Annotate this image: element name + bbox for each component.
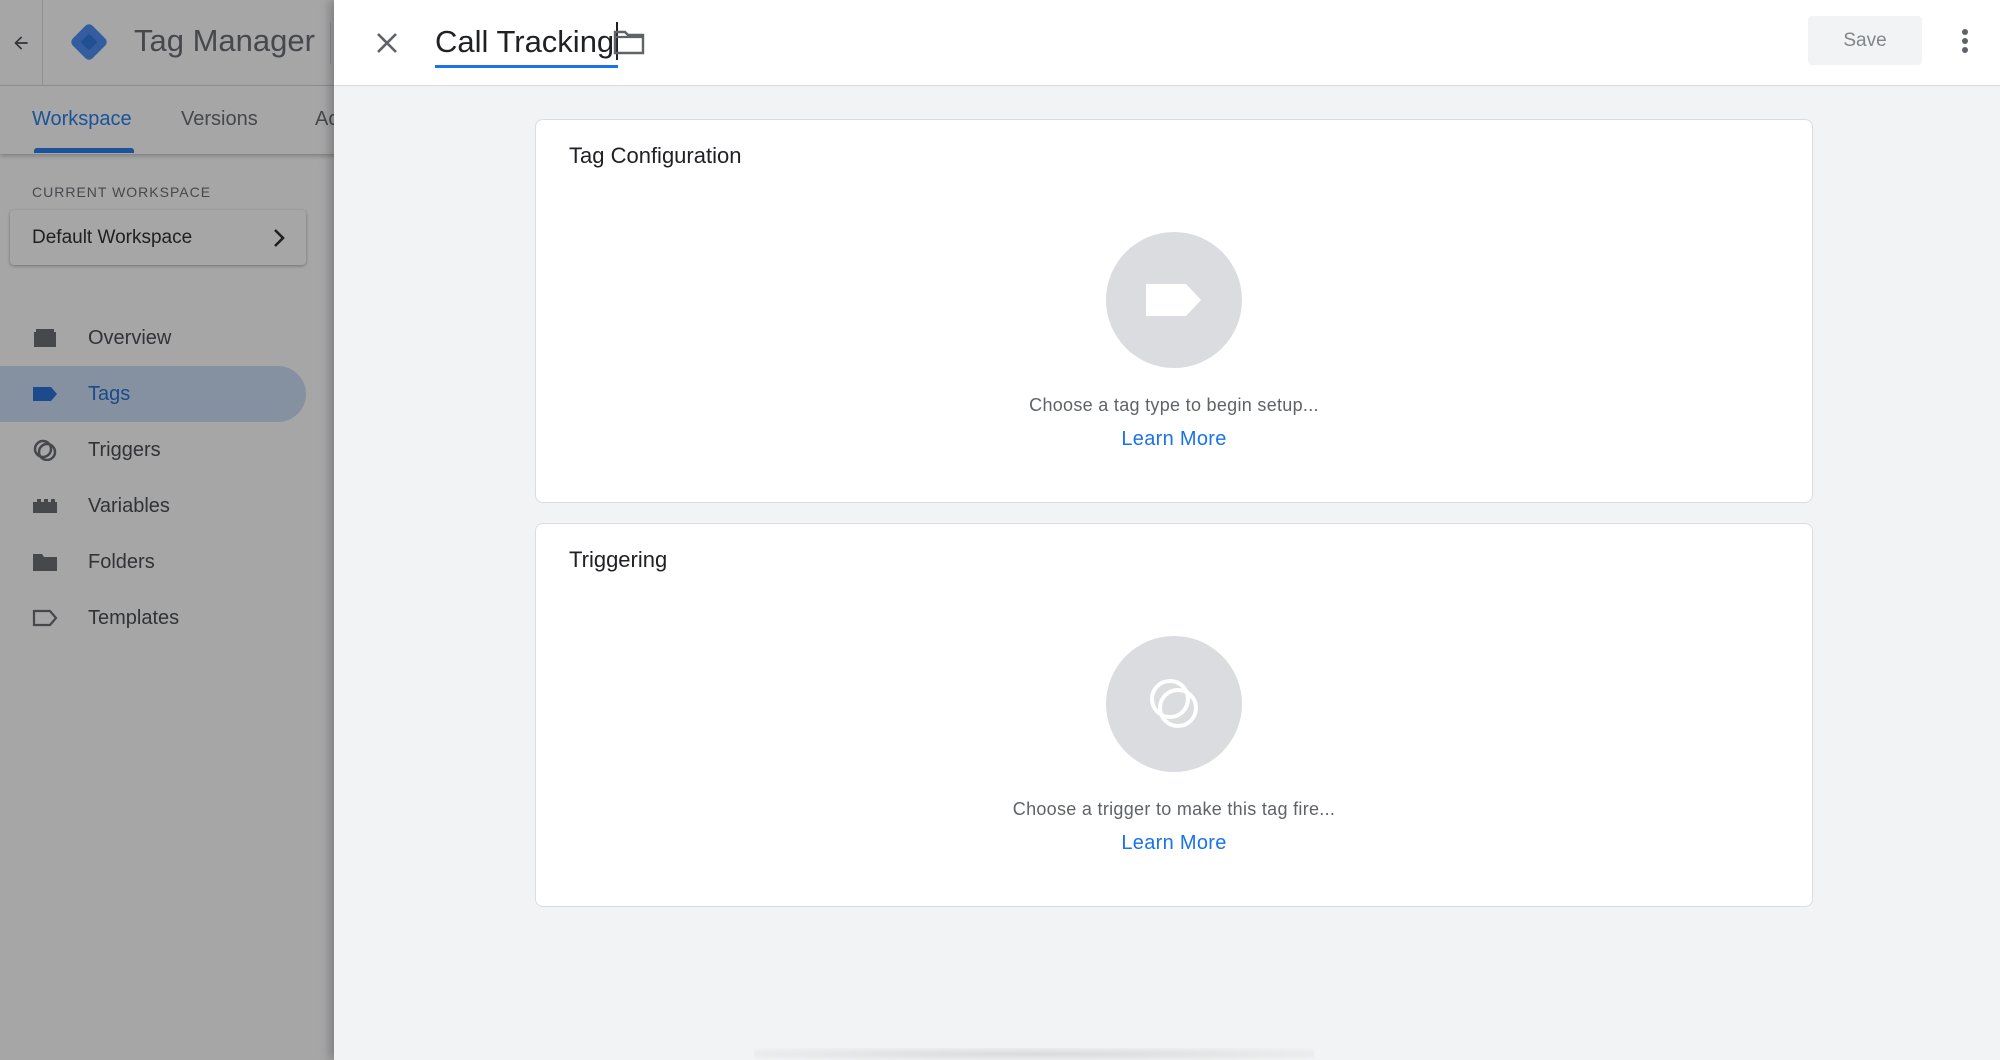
panel-header: Call Tracking Save: [334, 0, 2000, 86]
learn-more-link[interactable]: Learn More: [536, 832, 1812, 855]
tag-icon: [1146, 284, 1201, 316]
triggering-hint: Choose a trigger to make this tag fire..…: [1012, 799, 1336, 819]
tag-name-text: Call Tracking: [435, 22, 619, 60]
learn-more-link[interactable]: Learn More: [536, 428, 1812, 451]
tag-name-input[interactable]: Call Tracking: [435, 22, 619, 68]
tag-editor-panel: Call Tracking Save Tag Configuration Cho…: [334, 0, 2000, 1060]
bottom-shadow: [754, 1048, 1314, 1060]
card-title: Tag Configuration: [569, 143, 742, 168]
more-options-button[interactable]: [1948, 24, 1982, 58]
folder-icon[interactable]: [612, 27, 646, 57]
save-button[interactable]: Save: [1808, 16, 1922, 65]
card-title: Triggering: [569, 547, 668, 572]
close-icon: [377, 33, 397, 53]
tag-configuration-card[interactable]: Tag Configuration Choose a tag type to b…: [535, 119, 1813, 503]
trigger-icon: [1150, 679, 1198, 728]
modal-scrim[interactable]: [0, 0, 334, 1060]
triggering-card[interactable]: Triggering Choose a trigger to make this…: [535, 523, 1813, 907]
more-vert-icon: [1962, 29, 1968, 53]
trigger-placeholder[interactable]: [1106, 636, 1242, 772]
tag-type-placeholder[interactable]: [1106, 232, 1242, 368]
close-button[interactable]: [370, 26, 404, 60]
tag-config-hint: Choose a tag type to begin setup...: [1029, 395, 1319, 415]
